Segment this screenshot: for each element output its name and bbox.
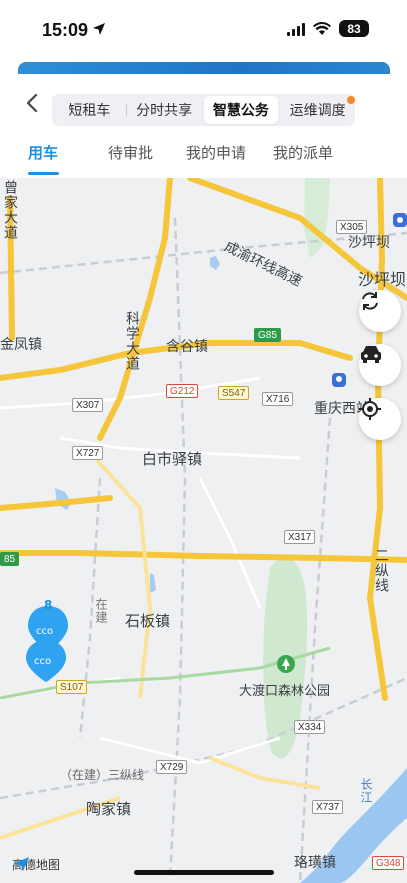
map-view[interactable]: 曾家大道 科学大道 金凤镇 含谷镇 成渝环线高速 沙坪坝 沙坪坝 重庆西站 白市… (0, 178, 407, 883)
active-subtab-indicator (28, 172, 59, 175)
back-chevron-icon[interactable] (22, 92, 44, 114)
header-banner-strip (18, 62, 390, 74)
car-icon (361, 346, 381, 363)
map-label-shibanzhen: 石板镇 (125, 612, 171, 630)
road-shield-x737: X737 (312, 800, 344, 814)
road-shield-s547: S547 (218, 386, 250, 400)
vehicle-button[interactable] (359, 344, 401, 386)
app-screen: 15:09 83 短租车 分时共享 智慧公务 运维调度 用车 待审批 我的申请 … (0, 0, 407, 883)
road-shield-x727: X727 (72, 446, 104, 460)
train-station-icon[interactable] (331, 372, 347, 390)
tab-short-rent[interactable]: 短租车 (52, 96, 127, 124)
status-bar: 15:09 83 (0, 0, 407, 58)
tab-time-share[interactable]: 分时共享 (127, 96, 202, 124)
subtab-pending-approval[interactable]: 待审批 (108, 142, 153, 163)
road-shield-85: 85 (0, 552, 20, 566)
status-time: 15:09 (42, 20, 89, 40)
map-label-taojiazhen: 陶家镇 (86, 800, 132, 818)
battery-indicator: 83 (339, 20, 369, 37)
wifi-icon (313, 21, 331, 35)
mode-tabs: 短租车 分时共享 智慧公务 运维调度 (52, 94, 355, 126)
tab-label: 分时共享 (136, 103, 193, 119)
map-label-erzongxian: 二纵线 (373, 548, 389, 593)
road-shield-x716: X716 (262, 392, 294, 406)
road-shield-x334: X334 (294, 720, 326, 734)
map-label-luoqizhen: 珞璜镇 (294, 855, 336, 871)
map-label-shapingba: 沙坪坝 (358, 270, 407, 289)
road-shield-g348: G348 (372, 856, 405, 870)
metro-station-icon[interactable] (392, 212, 407, 230)
svg-text:cco: cco (34, 656, 51, 667)
map-label-changjiang: 长江 (359, 778, 373, 804)
park-icon[interactable] (276, 654, 296, 678)
subtab-use-car[interactable]: 用车 (28, 142, 58, 163)
svg-text:cco: cco (36, 626, 53, 637)
signal-icon (287, 22, 305, 36)
amap-logo-icon (13, 857, 29, 871)
road-shield-x729: X729 (156, 760, 188, 774)
subtab-my-applications[interactable]: 我的申请 (186, 142, 246, 163)
car-pin-icon: cco cco (26, 606, 68, 682)
header: 短租车 分时共享 智慧公务 运维调度 用车 待审批 我的申请 我的派单 (0, 58, 407, 178)
map-label-jinfengzhen: 金凤镇 (0, 337, 42, 353)
map-label-kexuedadao: 科学大道 (124, 311, 140, 371)
tab-smart-official[interactable]: 智慧公务 (203, 96, 279, 124)
refresh-icon (362, 292, 378, 310)
road-shield-x307: X307 (72, 398, 104, 412)
crosshair-icon (359, 398, 381, 420)
locate-me-button[interactable] (359, 398, 401, 440)
tab-label: 运维调度 (289, 103, 346, 119)
map-label-baishiyi: 白市驿镇 (142, 450, 203, 468)
map-label-hanguzhen: 含谷镇 (166, 339, 208, 355)
map-attribution: 高德地图 (12, 856, 60, 873)
subtab-my-dispatches[interactable]: 我的派单 (273, 142, 333, 163)
home-indicator (134, 870, 274, 875)
sub-tabs: 用车 待审批 我的申请 我的派单 (0, 138, 407, 178)
map-label-sanzongxian: （在建）三纵线 (60, 768, 145, 782)
location-arrow-icon (93, 23, 105, 35)
road-shield-g85: G85 (254, 328, 281, 342)
road-shield-x317: X317 (284, 530, 316, 544)
map-label-shapingba-station: 沙坪坝 (348, 235, 390, 251)
map-label-dadukou: 大渡口森林公园 (239, 684, 331, 699)
notification-dot (347, 96, 355, 104)
tab-ops-dispatch[interactable]: 运维调度 (280, 96, 355, 124)
road-shield-g212: G212 (166, 384, 199, 398)
tab-label: 短租车 (68, 103, 111, 119)
cluster-count: 8 (44, 598, 53, 612)
map-label-zengjiadao: 曾家大道 (2, 180, 18, 240)
refresh-button[interactable] (359, 290, 401, 332)
road-shield-x305: X305 (336, 220, 368, 234)
tab-label: 智慧公务 (212, 103, 269, 119)
map-label-zaijian: 在建 (94, 598, 108, 624)
